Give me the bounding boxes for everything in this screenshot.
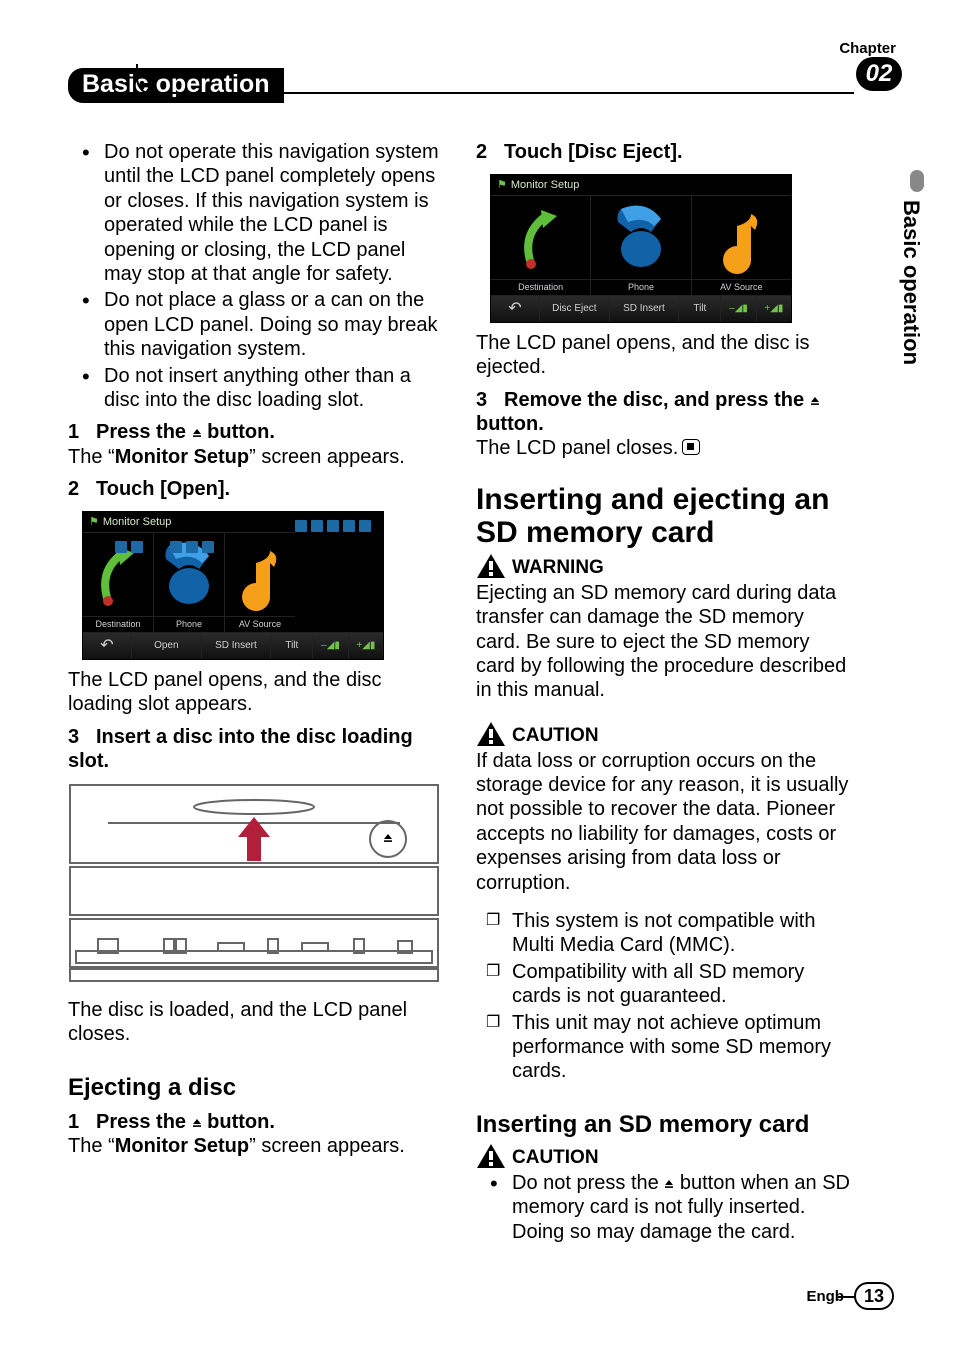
tilt-button: Tilt xyxy=(271,633,313,659)
eject-step-3: 3Remove the disc, and press the button. xyxy=(476,388,850,437)
caution-text: If data loss or corruption occurs on the… xyxy=(476,749,850,895)
caution-icon xyxy=(476,721,506,747)
thumb-tab-accent xyxy=(910,170,924,192)
section-end-icon xyxy=(682,439,700,455)
eject-step-3-result: The LCD panel closes. xyxy=(476,436,850,460)
sd-caution-list: Do not press the button when an SD memor… xyxy=(476,1171,850,1244)
heading-inserting-sd: Inserting an SD memory card xyxy=(476,1110,850,1139)
list-item: Do not operate this navigation system un… xyxy=(104,140,442,286)
tilt-button: Tilt xyxy=(679,296,721,322)
step-2-result: The LCD panel opens, and the disc loadin… xyxy=(68,668,442,717)
caution-label: CAUTION xyxy=(512,1146,599,1169)
thumb-tab-label: Basic operation xyxy=(898,200,924,365)
caution-icon xyxy=(476,1143,506,1169)
eject-icon xyxy=(810,389,820,411)
eject-step-2-result: The LCD panel opens, and the disc is eje… xyxy=(476,331,850,380)
eject-icon xyxy=(192,1111,202,1133)
caution-row-2: CAUTION xyxy=(476,1143,850,1169)
monitor-setup-screenshot-eject: ⚑Monitor Setup Destination Phone AV Sour… xyxy=(490,174,792,322)
monitor-setup-screenshot-open: ⚑Monitor Setup Destination Phone AV Sour… xyxy=(82,511,384,659)
step-3-result: The disc is loaded, and the LCD panel cl… xyxy=(68,998,442,1047)
list-item: Do not press the button when an SD memor… xyxy=(512,1171,850,1244)
disc-eject-button: Disc Eject xyxy=(540,296,610,322)
section-header: Basic operation xyxy=(68,68,854,98)
back-button: ↶ xyxy=(83,633,132,659)
section-title: Basic operation xyxy=(68,68,284,103)
warning-icon xyxy=(476,553,506,579)
sd-notes-list: This system is not compatible with Multi… xyxy=(476,909,850,1084)
precaution-list: Do not operate this navigation system un… xyxy=(68,140,442,412)
chapter-label: Chapter xyxy=(839,40,896,57)
page-number: 13 xyxy=(854,1282,894,1310)
heading-ejecting-disc: Ejecting a disc xyxy=(68,1073,442,1102)
sd-insert-button: SD Insert xyxy=(202,633,272,659)
caution-label: CAUTION xyxy=(512,724,599,747)
heading-sd-card: Inserting and ejecting an SD memory card xyxy=(476,483,850,549)
list-item: Do not place a glass or a can on the ope… xyxy=(104,288,442,361)
eject-icon xyxy=(664,1172,674,1194)
step-1-result: The “Monitor Setup” screen appears. xyxy=(68,445,442,469)
list-item: Do not insert anything other than a disc… xyxy=(104,364,442,413)
eject-icon xyxy=(192,421,202,443)
list-item: This system is not compatible with Multi… xyxy=(512,909,850,958)
step-1: 1Press the button. xyxy=(68,420,442,444)
chapter-number-badge: 02 xyxy=(856,57,902,91)
warning-label: WARNING xyxy=(512,556,604,579)
open-button: Open xyxy=(132,633,202,659)
list-item: Compatibility with all SD memory cards i… xyxy=(512,960,850,1009)
page-footer: Engb 13 xyxy=(806,1282,894,1310)
step-2: 2Touch [Open]. xyxy=(68,477,442,501)
list-item: This unit may not achieve optimum perfor… xyxy=(512,1011,850,1084)
eject-step-1: 1Press the button. xyxy=(68,1110,442,1134)
caution-row: CAUTION xyxy=(476,721,850,747)
back-button: ↶ xyxy=(491,296,540,322)
eject-step-1-result: The “Monitor Setup” screen appears. xyxy=(68,1134,442,1158)
sd-insert-button: SD Insert xyxy=(610,296,680,322)
warning-row: WARNING xyxy=(476,553,850,579)
step-3: 3Insert a disc into the disc loading slo… xyxy=(68,725,442,774)
disc-loading-diagram xyxy=(68,783,440,989)
eject-step-2: 2Touch [Disc Eject]. xyxy=(476,140,850,164)
warning-text: Ejecting an SD memory card during data t… xyxy=(476,581,850,703)
